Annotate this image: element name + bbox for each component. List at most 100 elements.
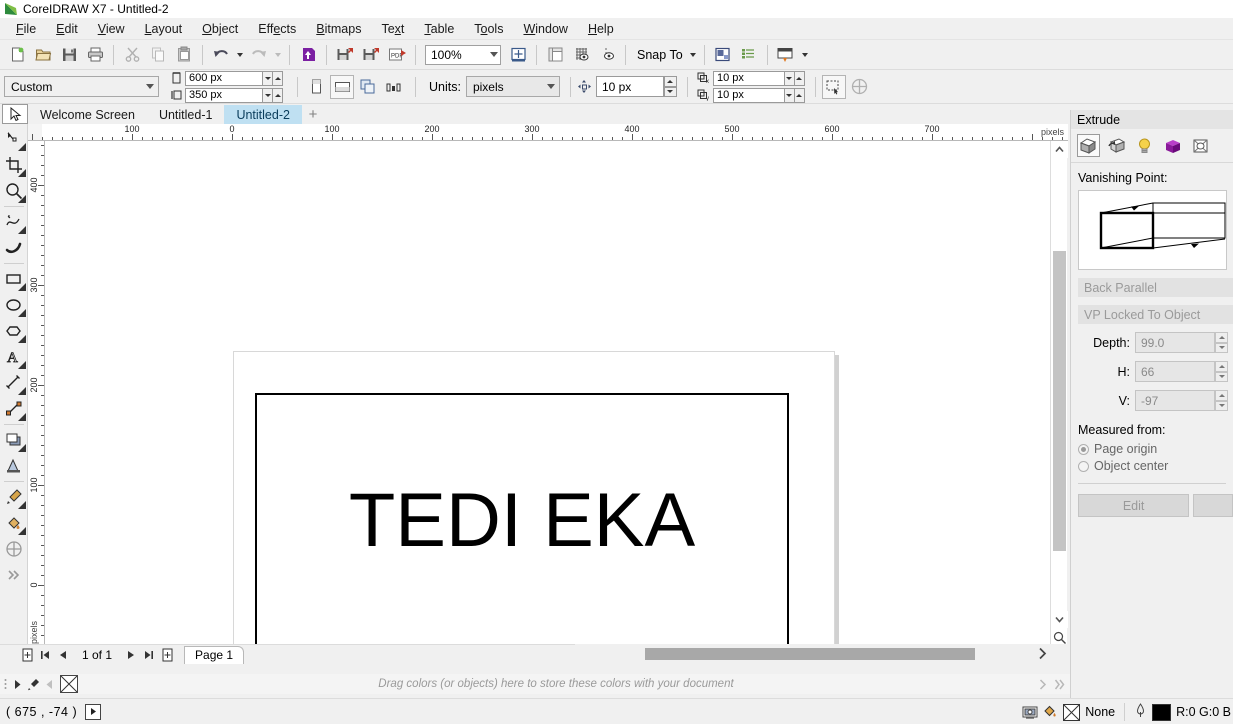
application-launcher-button[interactable] <box>773 42 799 68</box>
menu-effects[interactable]: Effects <box>248 19 306 39</box>
tool-polygon[interactable] <box>1 318 27 344</box>
last-page-button[interactable] <box>140 646 158 664</box>
menu-layout[interactable]: Layout <box>135 19 193 39</box>
nudge-input[interactable]: 10 px <box>595 76 664 97</box>
scroll-up-button[interactable] <box>1051 141 1068 158</box>
palette-expand-button[interactable] <box>1050 679 1070 690</box>
menu-window[interactable]: Window <box>513 19 577 39</box>
outline-status-group[interactable]: R:0 G:0 B <box>1134 702 1231 722</box>
treat-as-filled-button[interactable] <box>821 74 846 99</box>
page-width-input[interactable]: 600 px <box>185 70 263 86</box>
ruler-corner[interactable] <box>28 124 42 140</box>
copy-button[interactable] <box>145 42 171 68</box>
nudge-up[interactable] <box>663 76 677 87</box>
zoom-level-combo[interactable]: 100% <box>425 44 501 65</box>
tool-drop-shadow[interactable] <box>1 427 27 453</box>
page-width-spinner-up[interactable] <box>272 70 283 86</box>
print-button[interactable] <box>82 42 108 68</box>
extrude-tab[interactable] <box>1077 134 1100 157</box>
prev-page-button[interactable] <box>54 646 72 664</box>
page-preset-combo[interactable]: Custom <box>4 76 159 97</box>
tool-artistic-media[interactable] <box>1 235 27 261</box>
radio-page-origin[interactable]: Page origin <box>1071 442 1233 456</box>
tool-text[interactable]: A <box>1 344 27 370</box>
export-button[interactable] <box>332 42 358 68</box>
tool-freehand[interactable] <box>1 209 27 235</box>
export-for-button[interactable] <box>358 42 384 68</box>
vanishing-point-preview[interactable] <box>1078 190 1227 270</box>
duplicate-y-up[interactable] <box>793 87 805 103</box>
import-button[interactable] <box>295 42 321 68</box>
vertical-scroll-thumb[interactable] <box>1053 251 1066 551</box>
h-input[interactable]: 66 <box>1135 361 1215 382</box>
text-object[interactable]: TEDI EKA <box>255 393 789 646</box>
open-button[interactable] <box>30 42 56 68</box>
current-page-button[interactable] <box>382 75 406 99</box>
menu-help[interactable]: Help <box>578 19 624 39</box>
v-spinner[interactable] <box>1215 390 1228 411</box>
snap-off-button[interactable] <box>848 75 872 99</box>
page-height-spinner-up[interactable] <box>272 87 283 103</box>
page-tab[interactable]: Page 1 <box>184 645 245 664</box>
tool-shape[interactable] <box>1 126 27 152</box>
palette-scroll-left-button[interactable] <box>42 679 56 690</box>
pick-tool-indicator[interactable] <box>2 104 28 124</box>
no-color-x-icon[interactable] <box>60 675 78 693</box>
horizontal-scroll-thumb[interactable] <box>645 648 975 660</box>
v-input[interactable]: -97 <box>1135 390 1215 411</box>
cut-button[interactable] <box>119 42 145 68</box>
outline-color-swatch[interactable] <box>1152 703 1172 721</box>
palette-grip[interactable] <box>0 678 10 690</box>
status-expand-button[interactable] <box>85 703 102 720</box>
duplicate-x-spinner-up[interactable] <box>793 70 805 86</box>
scroll-right-button[interactable] <box>1037 647 1048 663</box>
depth-input[interactable]: 99.0 <box>1135 332 1215 353</box>
menu-bitmaps[interactable]: Bitmaps <box>306 19 371 39</box>
tool-dimension[interactable] <box>1 370 27 396</box>
orientation-landscape-button[interactable] <box>330 74 354 99</box>
tool-connector[interactable] <box>1 396 27 422</box>
rotation-tab[interactable] <box>1105 134 1128 157</box>
show-guides-button[interactable] <box>594 42 620 68</box>
menu-object[interactable]: Object <box>192 19 248 39</box>
palette-next-button[interactable] <box>1034 678 1050 690</box>
full-screen-preview-button[interactable] <box>505 42 531 68</box>
apply-button[interactable] <box>1193 494 1233 517</box>
redo-button[interactable] <box>246 42 272 68</box>
options-button[interactable] <box>710 42 736 68</box>
horizontal-scrollbar[interactable] <box>575 644 1070 664</box>
depth-down[interactable] <box>1215 342 1228 353</box>
color-tab[interactable] <box>1161 134 1184 157</box>
tool-rectangle[interactable] <box>1 266 27 292</box>
save-button[interactable] <box>56 42 82 68</box>
tool-eyedropper[interactable] <box>1 484 27 510</box>
undo-button[interactable] <box>208 42 234 68</box>
page-height-input[interactable]: 350 px <box>185 87 263 103</box>
duplicate-x-input[interactable]: 10 px <box>712 70 785 86</box>
v-up[interactable] <box>1215 390 1228 401</box>
page-width-up[interactable] <box>272 70 283 86</box>
units-combo[interactable]: pixels <box>465 76 560 97</box>
no-fill-swatch[interactable] <box>1063 703 1081 721</box>
show-rulers-button[interactable] <box>542 42 568 68</box>
duplicate-y-spinner-up[interactable] <box>793 87 805 103</box>
add-page-start-button[interactable] <box>18 646 36 664</box>
edit-button[interactable]: Edit <box>1078 494 1190 517</box>
duplicate-y-input[interactable]: 10 px <box>712 87 785 103</box>
tool-smart-fill[interactable] <box>1 536 27 562</box>
v-down[interactable] <box>1215 400 1228 411</box>
depth-spinner[interactable] <box>1215 332 1228 353</box>
h-down[interactable] <box>1215 371 1228 382</box>
new-document-button[interactable] <box>4 42 30 68</box>
redo-dropdown[interactable] <box>272 42 284 68</box>
nudge-spinner[interactable] <box>663 76 677 97</box>
launcher-dropdown[interactable] <box>799 42 811 68</box>
menu-table[interactable]: Table <box>414 19 464 39</box>
add-page-end-button[interactable] <box>158 646 176 664</box>
lighting-tab[interactable] <box>1133 134 1156 157</box>
h-up[interactable] <box>1215 361 1228 372</box>
h-spinner[interactable] <box>1215 361 1228 382</box>
tab-welcome-screen[interactable]: Welcome Screen <box>28 105 147 124</box>
next-page-button[interactable] <box>122 646 140 664</box>
tab-untitled-2[interactable]: Untitled-2 <box>224 105 302 124</box>
